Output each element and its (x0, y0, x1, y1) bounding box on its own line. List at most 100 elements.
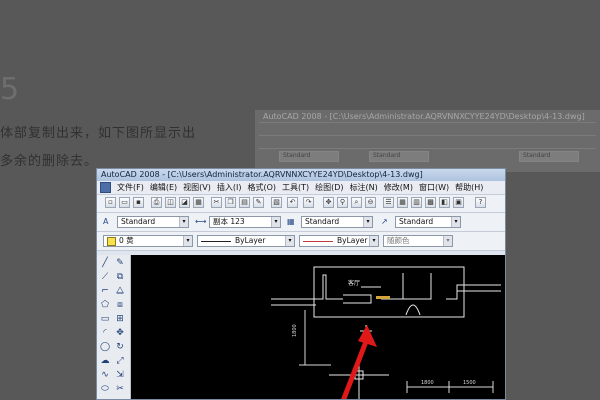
erase-tool-icon[interactable]: ✎ (114, 257, 126, 269)
paste-icon[interactable]: ▤ (239, 197, 250, 208)
zoom-previous-icon[interactable]: ⊖ (365, 197, 376, 208)
table-style-select[interactable]: Standard ▾ (301, 216, 373, 228)
lineweight-select[interactable]: ByLayer ▾ (299, 235, 379, 247)
stretch-tool-icon[interactable]: ⇲ (114, 369, 126, 381)
menu-view[interactable]: 视图(V) (180, 182, 214, 193)
save-icon[interactable]: ▪ (133, 197, 144, 208)
chevron-down-icon[interactable]: ▾ (179, 217, 188, 227)
background-autocad-window: AutoCAD 2008 - [C:\Users\Administrator.A… (255, 110, 600, 172)
design-center-icon[interactable]: ▦ (397, 197, 408, 208)
background-style-chip: Standard (519, 151, 579, 162)
rotate-tool-icon[interactable]: ↻ (114, 341, 126, 353)
copy-tool-icon[interactable]: ⧉ (114, 271, 126, 283)
room-outline (313, 266, 465, 318)
chevron-down-icon[interactable]: ▾ (271, 217, 280, 227)
markup-icon[interactable]: ◧ (439, 197, 450, 208)
chevron-down-icon[interactable]: ▾ (285, 236, 294, 246)
scale-tool-icon[interactable]: ⤢ (114, 355, 126, 367)
table-style-icon: ▦ (287, 217, 295, 226)
dimension-text-1: 1800 (421, 380, 434, 386)
print-icon[interactable]: ⎙ (151, 197, 162, 208)
move-tool-icon[interactable]: ✥ (114, 327, 126, 339)
new-file-icon[interactable]: ▫ (105, 197, 116, 208)
plot-icon[interactable]: ▦ (193, 197, 204, 208)
menu-window[interactable]: 窗口(W) (416, 182, 452, 193)
menu-help[interactable]: 帮助(H) (452, 182, 486, 193)
polygon-tool-icon[interactable]: ⬠ (99, 299, 111, 311)
article-heading: 5 (0, 72, 20, 107)
chevron-down-icon[interactable]: ▾ (443, 236, 452, 246)
arrow-shaft (341, 338, 370, 399)
calculator-icon[interactable]: ▣ (453, 197, 464, 208)
revision-cloud-icon[interactable]: ☁ (99, 355, 111, 367)
dim-style-icon: ⟷ (195, 217, 207, 226)
autocad-window: AutoCAD 2008 - [C:\Users\Administrator.A… (96, 168, 506, 400)
menu-dimension[interactable]: 标注(N) (347, 182, 381, 193)
zoom-realtime-icon[interactable]: ⚲ (337, 197, 348, 208)
text-style-value: Standard (121, 217, 156, 226)
redo-icon[interactable]: ↷ (303, 197, 314, 208)
publish-icon[interactable]: ◪ (179, 197, 190, 208)
zoom-window-icon[interactable]: ⌕ (351, 197, 362, 208)
open-folder-icon[interactable]: ▭ (119, 197, 130, 208)
print-preview-icon[interactable]: ◫ (165, 197, 176, 208)
chevron-down-icon[interactable]: ▾ (363, 217, 372, 227)
match-properties-icon[interactable]: ✎ (253, 197, 264, 208)
text-style-icon: A (103, 217, 109, 226)
draw-modify-toolbars: ╱ ✎ ⟋ ⧉ ⌐ ⧋ ⬠ ⧈ ▭ ⊞ ◜ ✥ ◯ ↻ ☁ ⤢ ∿ ⇲ ⬭ ✂ … (97, 255, 131, 399)
line-tool-icon[interactable]: ╱ (99, 257, 111, 269)
ellipse-tool-icon[interactable]: ⬭ (99, 383, 111, 395)
array-tool-icon[interactable]: ⊞ (114, 313, 126, 325)
tool-palettes-icon[interactable]: ▥ (411, 197, 422, 208)
help-icon[interactable]: ? (475, 197, 486, 208)
window-title: AutoCAD 2008 - [C:\Users\Administrator.A… (97, 169, 505, 181)
red-arrow-annotation (341, 325, 377, 399)
menu-format[interactable]: 格式(O) (244, 182, 279, 193)
background-window-title: AutoCAD 2008 - [C:\Users\Administrator.A… (263, 112, 585, 121)
arc-tool-icon[interactable]: ◜ (99, 327, 111, 339)
cut-icon[interactable]: ✂ (211, 197, 222, 208)
autocad-app-icon[interactable] (100, 182, 111, 193)
menu-draw[interactable]: 绘图(D) (312, 182, 346, 193)
chevron-down-icon[interactable]: ▾ (369, 236, 378, 246)
construction-line-icon[interactable]: ⟋ (99, 271, 111, 283)
polyline-tool-icon[interactable]: ⌐ (99, 285, 111, 297)
wall-segment-box (343, 294, 372, 304)
layer-select[interactable]: 0 黄 ▾ (103, 235, 193, 247)
circle-tool-icon[interactable]: ◯ (99, 341, 111, 353)
offset-tool-icon[interactable]: ⧈ (114, 299, 126, 311)
menu-modify[interactable]: 修改(M) (381, 182, 416, 193)
spline-tool-icon[interactable]: ∿ (99, 369, 111, 381)
chevron-down-icon[interactable]: ▾ (183, 236, 192, 246)
menu-tools[interactable]: 工具(T) (279, 182, 312, 193)
rectangle-tool-icon[interactable]: ▭ (99, 313, 111, 325)
wall-segment-far-right (446, 284, 501, 300)
pan-icon[interactable]: ✥ (323, 197, 334, 208)
standard-toolbar: ▫ ▭ ▪ ⎙ ◫ ◪ ▦ ✂ ❐ ▤ ✎ ▧ ↶ ↷ ✥ ⚲ ⌕ ⊖ ☰ ▦ … (97, 195, 505, 213)
linetype-sample (201, 240, 231, 242)
trim-tool-icon[interactable]: ✂ (114, 383, 126, 395)
copy-icon[interactable]: ❐ (225, 197, 236, 208)
sheet-set-icon[interactable]: ▩ (425, 197, 436, 208)
menu-insert[interactable]: 插入(I) (214, 182, 245, 193)
mirror-tool-icon[interactable]: ⧋ (114, 285, 126, 297)
properties-icon[interactable]: ☰ (383, 197, 394, 208)
article-line-1: 体部复制出来，如下图所显示出 (0, 126, 197, 141)
table-style-value: Standard (305, 217, 340, 226)
drawing-canvas[interactable]: 客厅 1800 1800 1500 (131, 255, 505, 399)
wall-segment-left (271, 274, 343, 300)
multileader-style-select[interactable]: Standard ▾ (395, 216, 461, 228)
chevron-down-icon[interactable]: ▾ (451, 217, 460, 227)
linetype-select[interactable]: ByLayer ▾ (197, 235, 295, 247)
linetype-value: ByLayer (235, 236, 266, 245)
drawing-geometry: 客厅 1800 1800 1500 (271, 266, 501, 399)
menu-file[interactable]: 文件(F) (114, 182, 147, 193)
arrow-head (358, 325, 377, 347)
plot-style-select[interactable]: 随颜色 ▾ (383, 235, 453, 247)
properties-toolbar: 0 黄 ▾ ByLayer ▾ ByLayer ▾ 随颜色 ▾ (97, 232, 505, 251)
undo-icon[interactable]: ↶ (287, 197, 298, 208)
block-editor-icon[interactable]: ▧ (271, 197, 282, 208)
dim-style-select[interactable]: 副本 123 ▾ (209, 216, 281, 228)
text-style-select[interactable]: Standard ▾ (117, 216, 189, 228)
menu-edit[interactable]: 编辑(E) (147, 182, 180, 193)
